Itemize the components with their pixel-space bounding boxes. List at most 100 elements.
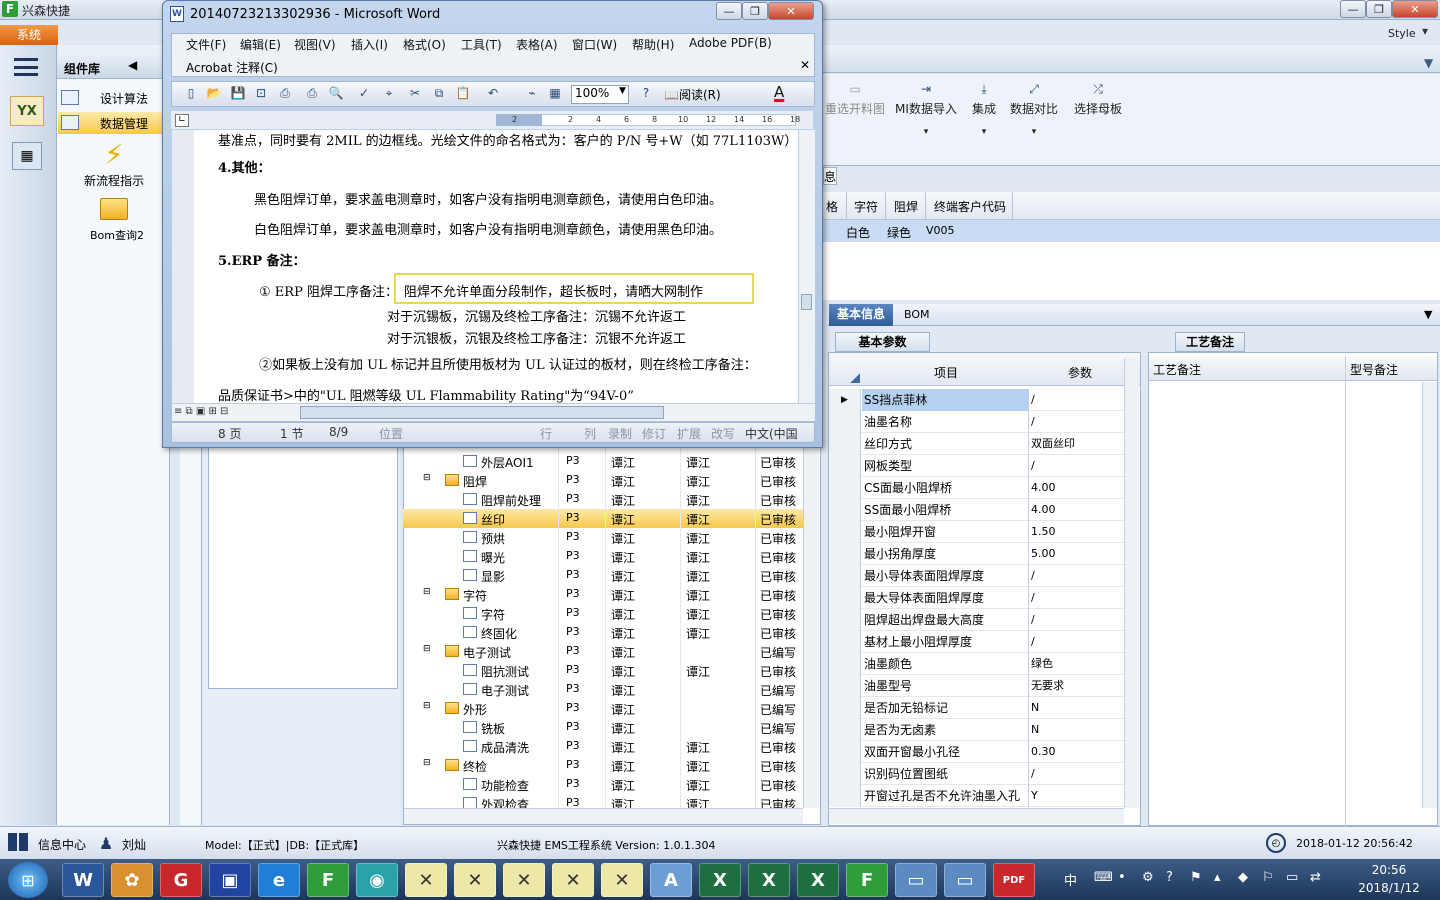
tree-hscroll[interactable] — [404, 808, 803, 824]
format-icon[interactable]: ⌖ — [380, 84, 398, 102]
tree-row[interactable]: ⊟ 外形 P3 谭江 已编写 — [403, 699, 803, 718]
close-button[interactable]: ✕ — [1392, 0, 1438, 18]
word-menu-item[interactable]: 视图(V) — [294, 36, 336, 53]
info-center-label[interactable]: 信息中心 — [38, 836, 86, 853]
help-icon[interactable]: ? — [637, 84, 655, 102]
word-status-item[interactable]: 扩展 — [677, 425, 701, 442]
word-maximize-button[interactable]: ❐ — [742, 2, 768, 20]
tree-row[interactable]: 铣板 P3 谭江 已编写 — [403, 718, 803, 737]
text-task-icon[interactable]: A — [650, 863, 692, 897]
tree-row[interactable]: 显影 P3 谭江 谭江 已审核 — [403, 566, 803, 585]
grid-cell[interactable]: V005 — [926, 224, 955, 237]
param-item[interactable]: 双面开窗最小孔径 — [862, 741, 1029, 763]
mi-import-button[interactable]: ⇥ MI数据导入 ▾ — [893, 82, 959, 137]
param-item[interactable]: 最大导体表面阻焊厚度 — [862, 587, 1029, 609]
params-hscroll[interactable] — [829, 808, 1124, 824]
word-menu-close-icon[interactable]: ✕ — [800, 58, 810, 72]
excel-x2-icon[interactable]: ✕ — [454, 863, 496, 897]
tree-row[interactable]: 字符 P3 谭江 谭江 已审核 — [403, 604, 803, 623]
tree-vscroll[interactable] — [803, 445, 819, 808]
word-close-button[interactable]: ✕ — [768, 2, 814, 20]
word-status-item[interactable]: 中文(中国 — [745, 425, 798, 442]
hamburger-icon[interactable] — [14, 58, 38, 76]
param-value[interactable]: / — [1031, 389, 1123, 411]
param-item[interactable]: 油墨型号 — [862, 675, 1029, 697]
tray-icon[interactable]: ⚐ — [1262, 870, 1274, 885]
param-value[interactable]: 5.00 — [1031, 543, 1123, 565]
param-item[interactable]: 油墨颜色 — [862, 653, 1029, 675]
start-button[interactable]: ⊞ — [8, 862, 48, 898]
grid-col-header[interactable]: 格 — [826, 198, 838, 215]
eye-task-icon[interactable]: ◉ — [356, 863, 398, 897]
system-menu[interactable]: 系统 — [0, 25, 58, 45]
param-item[interactable]: CS面最小阻焊桥 — [862, 477, 1029, 499]
taskbar-time[interactable]: 20:56 — [1356, 863, 1422, 877]
menu-acrobat-comment[interactable]: Acrobat 注释(C) — [186, 59, 278, 76]
expand-icon[interactable]: ⊟ — [423, 644, 431, 654]
paste-icon[interactable]: 📋 — [454, 84, 472, 102]
print-preview-icon[interactable]: ⎙ — [303, 84, 321, 102]
new-process-label[interactable]: 新流程指示 — [84, 172, 144, 189]
maximize-button[interactable]: ❐ — [1366, 0, 1392, 18]
tree-row[interactable]: 曝光 P3 谭江 谭江 已审核 — [403, 547, 803, 566]
print-icon[interactable]: ⎙ — [276, 84, 294, 102]
tree-row[interactable]: ⊟ 阻焊 P3 谭江 谭江 已审核 — [403, 471, 803, 490]
screen-task-icon[interactable]: ▭ — [895, 863, 937, 897]
param-item[interactable]: SS挡点菲林 — [862, 389, 1029, 411]
params-vscroll[interactable] — [1124, 358, 1139, 808]
tree-row[interactable]: 丝印 P3 谭江 谭江 已审核 — [403, 509, 803, 528]
param-value[interactable]: Y — [1031, 785, 1123, 807]
tab-bom[interactable]: BOM — [904, 308, 930, 321]
word-status-item[interactable]: 录制 — [608, 425, 632, 442]
excel-task-icon-3[interactable]: X — [797, 863, 839, 897]
read-mode-button[interactable]: 📖阅读(R) — [664, 86, 721, 103]
param-item[interactable]: 开窗过孔是否不允许油墨入孔 — [862, 785, 1029, 807]
word-menu-item[interactable]: 表格(A) — [516, 36, 558, 53]
excel-x4-icon[interactable]: ✕ — [552, 863, 594, 897]
undo-icon[interactable]: ↶ — [484, 84, 502, 102]
save-icon[interactable]: 💾 — [229, 84, 247, 102]
grid-col-header[interactable]: 字符 — [854, 198, 878, 215]
expand-icon[interactable]: ⊟ — [423, 587, 431, 597]
word-status-item[interactable]: 列 — [584, 425, 596, 442]
excel-x5-icon[interactable]: ✕ — [601, 863, 643, 897]
excel-task-icon[interactable]: X — [699, 863, 741, 897]
table-row[interactable] — [823, 220, 1440, 242]
grid-cell[interactable]: 绿色 — [887, 224, 911, 241]
param-value[interactable]: 1.50 — [1031, 521, 1123, 543]
word-menu-item[interactable]: Adobe PDF(B) — [689, 36, 772, 50]
param-value[interactable]: / — [1031, 587, 1123, 609]
param-value[interactable]: 4.00 — [1031, 499, 1123, 521]
tab-stop-icon[interactable]: ∟ — [175, 114, 189, 127]
grid-cell[interactable]: 白色 — [846, 224, 870, 241]
style-menu[interactable]: Style — [1388, 27, 1416, 40]
param-item[interactable]: 最小拐角厚度 — [862, 543, 1029, 565]
tab-info[interactable]: 息 — [823, 167, 837, 185]
cut-icon[interactable]: ✂ — [406, 84, 424, 102]
param-value[interactable]: 双面丝印 — [1031, 433, 1123, 455]
style-dropdown-icon[interactable]: ▾ — [1422, 24, 1428, 38]
grid-col-header[interactable]: 终端客户代码 — [934, 198, 1006, 215]
tree-row[interactable]: ⊟ 字符 P3 谭江 谭江 已审核 — [403, 585, 803, 604]
tray-icon[interactable]: ▭ — [1286, 870, 1298, 885]
word-vscroll[interactable] — [798, 130, 815, 403]
param-item[interactable]: 丝印方式 — [862, 433, 1029, 455]
calculator-module-icon[interactable]: ▦ — [12, 142, 42, 170]
zoom-dropdown-icon[interactable]: ▼ — [619, 86, 626, 96]
select-master-button[interactable]: ⤮ 选择母板 — [1068, 82, 1128, 117]
param-value[interactable]: / — [1031, 411, 1123, 433]
view-buttons[interactable]: ≡ ⧉ ▣ ⊞ ⊟ — [174, 406, 228, 417]
word-menu-item[interactable]: 编辑(E) — [240, 36, 281, 53]
copy-icon[interactable]: ⧉ — [430, 84, 448, 102]
param-value[interactable]: 4.00 — [1031, 477, 1123, 499]
param-value[interactable]: / — [1031, 565, 1123, 587]
param-item[interactable]: 最小阻焊开窗 — [862, 521, 1029, 543]
tree-row[interactable]: 阻抗测试 P3 谭江 谭江 已审核 — [403, 661, 803, 680]
param-value[interactable]: 无要求 — [1031, 675, 1123, 697]
word-menu-item[interactable]: 帮助(H) — [632, 36, 674, 53]
param-value[interactable]: / — [1031, 763, 1123, 785]
param-item[interactable]: 油墨名称 — [862, 411, 1029, 433]
panel-collapse-icon[interactable]: ◀ — [128, 58, 137, 72]
excel-x3-icon[interactable]: ✕ — [503, 863, 545, 897]
param-value[interactable]: N — [1031, 719, 1123, 741]
